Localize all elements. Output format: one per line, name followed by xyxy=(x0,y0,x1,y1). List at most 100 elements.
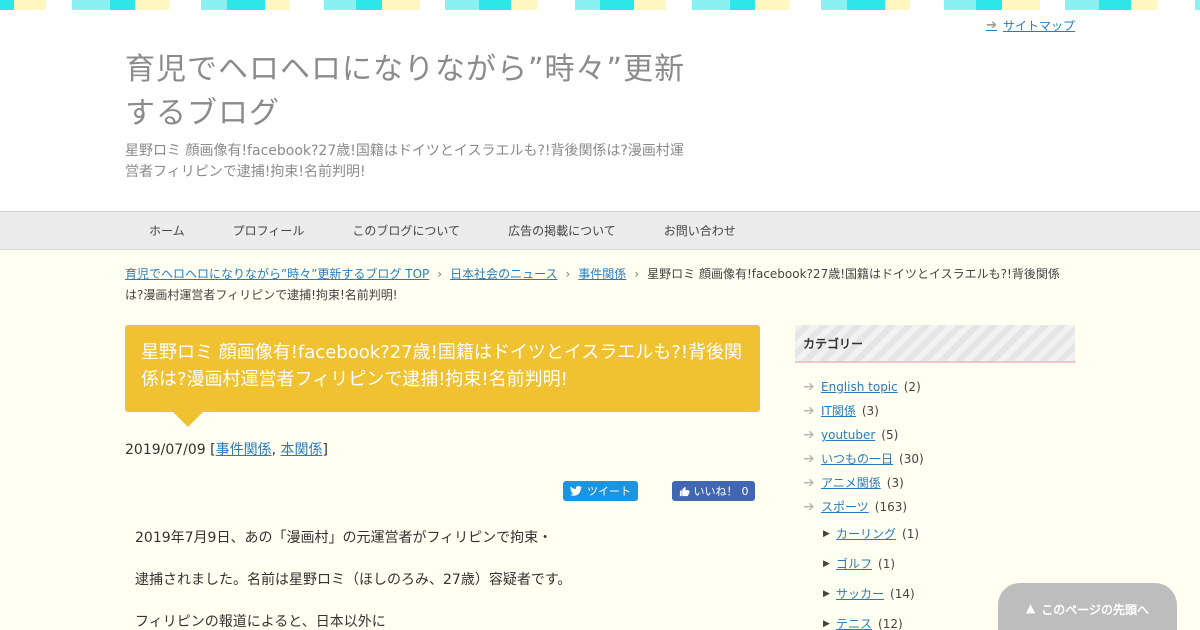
sitemap-label: サイトマップ xyxy=(1002,19,1075,33)
post-category-link[interactable]: 事件関係 xyxy=(216,442,272,458)
stripe-segment xyxy=(239,0,265,10)
triangle-right-icon: ▶ xyxy=(823,619,830,629)
chevron-right-icon: › xyxy=(634,267,640,281)
subcategory-link[interactable]: サッカー xyxy=(836,579,884,609)
subcategory-count: (14) xyxy=(890,587,915,601)
subcategory-link[interactable]: ゴルフ xyxy=(836,549,872,579)
triangle-up-icon: ▲ xyxy=(1026,601,1036,615)
category-count: (3) xyxy=(861,404,879,418)
arrow-right-icon: ➔ xyxy=(986,18,997,33)
stripe-segment xyxy=(511,0,519,10)
stripe-segment xyxy=(1099,0,1109,10)
subcategory-count: (1) xyxy=(902,527,920,541)
stripe-segment xyxy=(290,0,310,10)
subcategory-item: ▶ カーリング (1) xyxy=(795,519,1075,549)
stripe-segment xyxy=(24,0,46,10)
category-item: ➔ English topic (2) xyxy=(795,375,1075,399)
stripe-segment xyxy=(976,0,984,10)
stripe-segment xyxy=(489,0,511,10)
stripe-segment xyxy=(894,0,910,10)
stripe-segment xyxy=(110,0,119,10)
nav-item-ads[interactable]: 広告の掲載について xyxy=(484,222,640,239)
category-item: ➔ アニメ関係 (3) xyxy=(795,471,1075,495)
back-to-top-button[interactable]: ▲ このページの先頭へ xyxy=(998,583,1177,630)
stripe-segment xyxy=(944,0,954,10)
stripe-segment xyxy=(334,0,356,10)
category-list: ➔ English topic (2) ➔ IT関係 (3) ➔ youtuber (5) … xyxy=(795,375,1075,519)
stripe-segment xyxy=(829,0,847,10)
stripe-segment xyxy=(227,0,239,10)
triangle-right-icon: ▶ xyxy=(823,589,830,599)
stripe-segment xyxy=(549,0,575,10)
stripe-segment xyxy=(429,0,445,10)
stripe-segment xyxy=(1049,0,1065,10)
stripe-segment xyxy=(1040,0,1049,10)
stripe-segment xyxy=(1131,0,1139,10)
stripe-segment xyxy=(821,0,829,10)
chevron-right-icon: › xyxy=(437,267,443,281)
category-item: ➔ スポーツ (163) xyxy=(795,495,1075,519)
site-description: 星野ロミ 顔画像有!facebook?27歳!国籍はドイツとイスラエルも?!背後… xyxy=(125,143,684,180)
category-link[interactable]: youtuber xyxy=(821,423,875,447)
thumbs-up-icon xyxy=(679,486,690,496)
stripe-segment xyxy=(382,0,394,10)
stripe-segment xyxy=(135,0,155,10)
sitemap-link[interactable]: ➔ サイトマップ xyxy=(986,17,1075,34)
stripe-segment xyxy=(584,0,600,10)
category-link[interactable]: いつもの一日 xyxy=(821,447,893,471)
like-count: 0 xyxy=(741,484,749,498)
triangle-right-icon: ▶ xyxy=(823,529,830,539)
stripe-segment xyxy=(600,0,620,10)
category-item: ➔ IT関係 (3) xyxy=(795,399,1075,423)
stripe-segment xyxy=(169,0,179,10)
post-title: 星野ロミ 顔画像有!facebook?27歳!国籍はドイツとイスラエルも?!背後… xyxy=(141,342,743,390)
stripe-segment xyxy=(739,0,755,10)
stripe-segment xyxy=(704,0,730,10)
stripe-segment xyxy=(420,0,429,10)
nav-item-home[interactable]: ホーム xyxy=(125,222,209,239)
site-header: ➔ サイトマップ 育児でヘロヘロになりながら”時々”更新するブログ 星野ロミ 顔… xyxy=(0,10,1200,211)
stripe-segment xyxy=(575,0,584,10)
subcategory-count: (12) xyxy=(878,617,903,630)
arrow-right-icon: ➔ xyxy=(803,379,815,395)
stripe-segment xyxy=(847,0,859,10)
subcategory-count: (1) xyxy=(878,557,896,571)
category-item: ➔ youtuber (5) xyxy=(795,423,1075,447)
post-body: 2019年7月9日、あの「漫画村」の元運営者がフィリピンで拘束・ 逮捕されました… xyxy=(135,527,755,630)
subcategory-link[interactable]: テニス xyxy=(836,609,872,630)
stripe-segment xyxy=(84,0,110,10)
breadcrumb-top-link[interactable]: 育児でヘロヘロになりながら”時々”更新するブログ TOP xyxy=(125,267,429,281)
stripe-segment xyxy=(1085,0,1099,10)
tweet-button[interactable]: ツイート xyxy=(563,481,638,501)
global-nav: ホーム プロフィール このブログについて 広告の掲載について お問い合わせ xyxy=(0,211,1200,250)
breadcrumb-category-link[interactable]: 日本社会のニュース xyxy=(450,267,557,281)
subcategory-link[interactable]: カーリング xyxy=(836,519,896,549)
nav-item-profile[interactable]: プロフィール xyxy=(209,222,329,239)
stripe-segment xyxy=(1014,0,1040,10)
post-title-box: 星野ロミ 顔画像有!facebook?27歳!国籍はドイツとイスラエルも?!背後… xyxy=(125,325,760,427)
category-count: (30) xyxy=(899,452,924,466)
nav-item-about[interactable]: このブログについて xyxy=(328,222,484,239)
category-link[interactable]: アニメ関係 xyxy=(821,471,881,495)
category-widget-title: カテゴリー xyxy=(795,325,1075,363)
breadcrumb-subcategory-link[interactable]: 事件関係 xyxy=(578,267,626,281)
post-paragraph: 2019年7月9日、あの「漫画村」の元運営者がフィリピンで拘束・ xyxy=(135,530,553,546)
stripe-segment xyxy=(119,0,135,10)
stripe-segment xyxy=(537,0,549,10)
category-count: (5) xyxy=(881,428,899,442)
stripe-segment xyxy=(730,0,739,10)
stripe-segment xyxy=(155,0,169,10)
stripe-segment xyxy=(1139,0,1157,10)
site-title[interactable]: 育児でヘロヘロになりながら”時々”更新するブログ xyxy=(125,48,695,136)
nav-item-contact[interactable]: お問い合わせ xyxy=(640,222,760,239)
stripe-segment xyxy=(1065,0,1085,10)
stripe-segment xyxy=(692,0,704,10)
post-category-link[interactable]: 本関係 xyxy=(281,442,323,458)
facebook-like-button[interactable]: いいね！ 0 xyxy=(672,481,755,501)
category-link[interactable]: スポーツ xyxy=(821,495,869,519)
category-link[interactable]: IT関係 xyxy=(821,399,856,423)
category-link[interactable]: English topic xyxy=(821,375,898,399)
stripe-segment xyxy=(1195,0,1200,10)
stripe-segment xyxy=(465,0,479,10)
stripe-segment xyxy=(789,0,799,10)
